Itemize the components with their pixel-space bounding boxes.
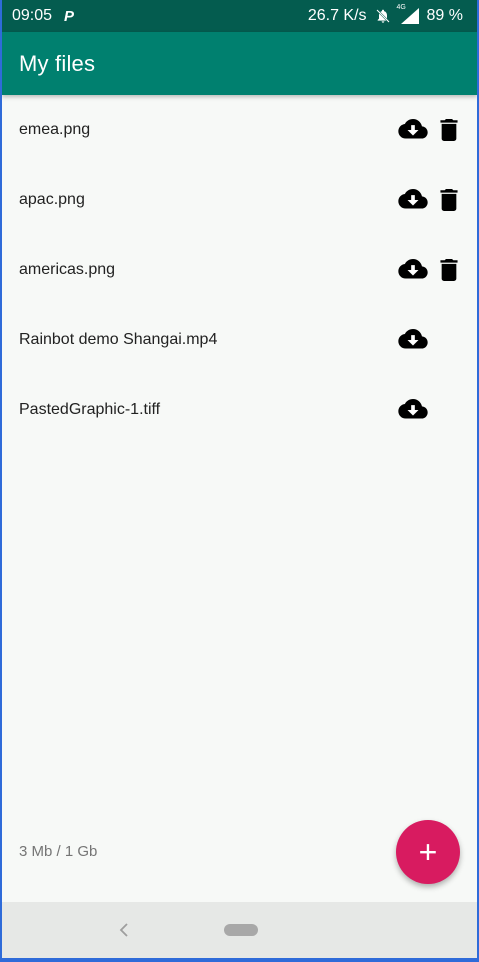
file-actions xyxy=(387,235,477,305)
file-row[interactable]: americas.png xyxy=(2,235,477,305)
back-button[interactable] xyxy=(114,918,134,942)
file-name: apac.png xyxy=(19,191,85,208)
parking-notification-icon: P xyxy=(64,7,75,25)
file-row[interactable]: apac.png xyxy=(2,165,477,235)
status-time: 09:05 xyxy=(12,7,53,24)
cloud-download-icon xyxy=(398,329,428,349)
file-name: PastedGraphic-1.tiff xyxy=(19,401,161,418)
trash-icon xyxy=(440,259,458,281)
app-bar: My files xyxy=(2,32,477,95)
back-chevron-icon xyxy=(119,923,128,937)
file-row[interactable]: Rainbot demo Shangai.mp4 xyxy=(2,305,477,375)
file-name: emea.png xyxy=(19,121,91,138)
delete-button[interactable] xyxy=(437,188,461,212)
storage-usage: 3 Mb / 1 Gb xyxy=(19,843,98,860)
file-row[interactable]: emea.png xyxy=(2,95,477,165)
trash-icon xyxy=(440,189,458,211)
cloud-download-icon xyxy=(398,119,428,139)
delete-button[interactable] xyxy=(437,258,461,282)
cloud-download-icon xyxy=(398,399,428,419)
bell-muted-icon xyxy=(375,8,391,24)
delete-button[interactable] xyxy=(437,118,461,142)
cloud-download-icon xyxy=(398,189,428,209)
download-button[interactable] xyxy=(397,188,429,212)
plus-icon: + xyxy=(418,834,438,870)
file-row[interactable]: PastedGraphic-1.tiff xyxy=(2,375,477,445)
status-right: 26.7 K/s 4G 89 % xyxy=(307,4,463,25)
status-bar: 09:05 P 26.7 K/s 4G 89 % xyxy=(2,0,477,32)
signal-4g-icon: 4G xyxy=(397,4,419,24)
file-actions xyxy=(387,165,477,235)
trash-icon xyxy=(440,119,458,141)
network-type-label: 4G xyxy=(396,4,406,11)
download-button[interactable] xyxy=(397,328,429,352)
status-left: 09:05 P xyxy=(12,7,76,25)
download-button[interactable] xyxy=(397,258,429,282)
download-button[interactable] xyxy=(397,398,429,422)
add-file-button[interactable]: + xyxy=(396,820,460,884)
cloud-download-icon xyxy=(398,259,428,279)
navigation-bar xyxy=(2,902,477,958)
app-screen: 09:05 P 26.7 K/s 4G 89 % My files emea.p… xyxy=(0,0,479,962)
download-button[interactable] xyxy=(397,118,429,142)
file-actions xyxy=(387,95,477,165)
page-title: My files xyxy=(19,50,96,76)
home-button[interactable] xyxy=(224,924,258,936)
file-actions xyxy=(387,305,477,375)
file-name: americas.png xyxy=(19,261,116,278)
file-actions xyxy=(387,375,477,445)
status-network-speed: 26.7 K/s xyxy=(307,7,367,24)
status-battery: 89 % xyxy=(426,7,463,24)
file-name: Rainbot demo Shangai.mp4 xyxy=(19,331,218,348)
file-list: emea.png apac.png americas.png Rainbot demo… xyxy=(2,95,477,445)
